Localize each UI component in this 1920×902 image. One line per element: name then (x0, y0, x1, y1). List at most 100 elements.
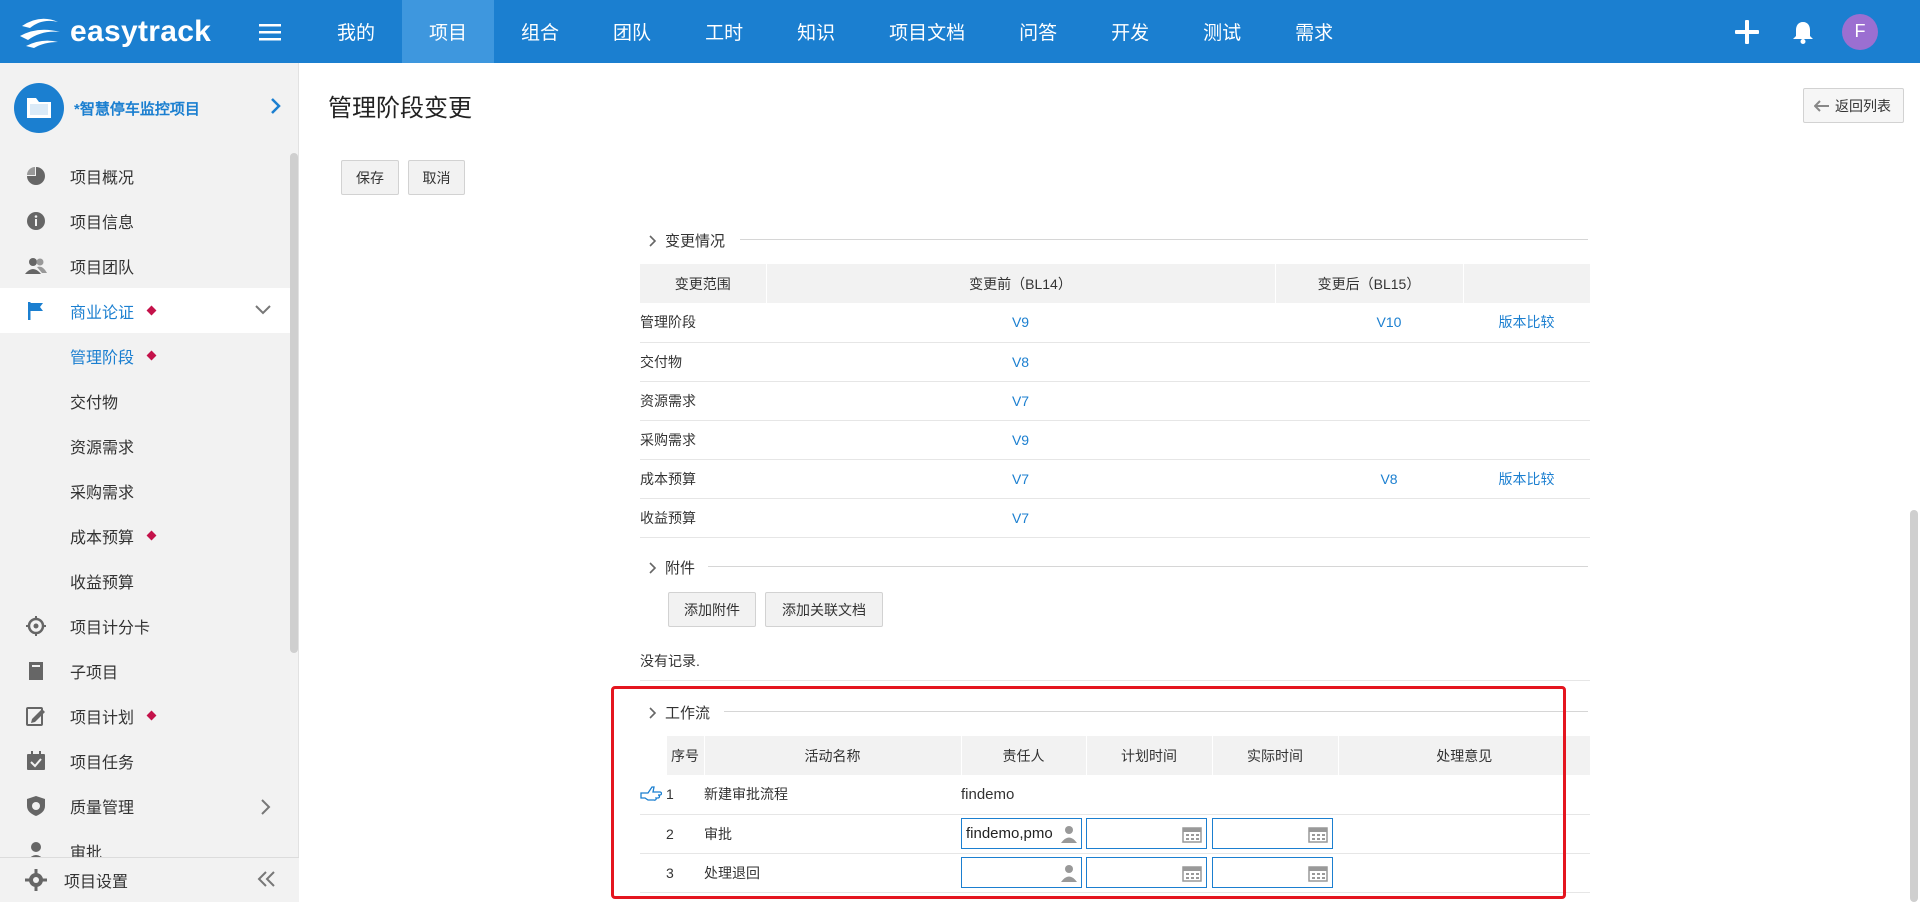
section-divider (708, 566, 1588, 567)
table-row: 收益预算 V7 (640, 498, 1590, 538)
sidebar-item-revenue-budget[interactable]: 收益预算 (0, 558, 290, 603)
add-attachment-button[interactable]: 添加附件 (668, 592, 756, 627)
version-after-link[interactable]: V10 (1275, 303, 1463, 343)
flag-icon (24, 299, 48, 323)
chevron-right-icon (261, 799, 271, 815)
change-marker-icon (146, 710, 157, 721)
sidebar-item-label: 项目计分卡 (70, 619, 151, 637)
user-avatar[interactable]: F (1842, 13, 1878, 50)
plan-icon (24, 704, 48, 728)
sidebar-item-label: 子项目 (70, 664, 119, 682)
sidebar-item-info[interactable]: 项目信息 (0, 198, 290, 243)
attachments-section-header[interactable]: 附件 (648, 557, 695, 578)
nav-portfolio[interactable]: 组合 (494, 0, 586, 63)
project-header[interactable]: *智慧停车监控项目 (0, 63, 298, 153)
add-related-doc-button[interactable]: 添加关联文档 (765, 592, 883, 627)
changes-table: 变更范围 变更前（BL14） 变更后（BL15） 管理阶段 V9 V10 版本比… (640, 264, 1590, 538)
sidebar-item-label: 项目概况 (70, 169, 135, 187)
version-after-cell (1275, 342, 1463, 382)
sidebar-item-label: 收益预算 (70, 574, 135, 592)
nav-test[interactable]: 测试 (1176, 0, 1268, 63)
sidebar-item-label: 项目任务 (70, 754, 135, 772)
column-header: 变更范围 (640, 264, 766, 303)
add-plus-icon[interactable] (1732, 17, 1762, 47)
chevron-right-icon (271, 98, 281, 114)
changes-section-title: 变更情况 (665, 233, 726, 250)
nav-knowledge[interactable]: 知识 (770, 0, 862, 63)
sidebar-menu: 项目概况 项目信息 项目团队 商业论证 管理阶段 交付物 资源需求 采购需求 成… (0, 153, 290, 873)
collapse-sidebar-icon[interactable] (257, 870, 277, 888)
compare-cell (1463, 498, 1590, 538)
divider (640, 680, 1590, 681)
version-before-link[interactable]: V7 (766, 459, 1275, 499)
gear-icon (24, 868, 48, 892)
sidebar-item-cost-budget[interactable]: 成本预算 (0, 513, 290, 558)
version-before-link[interactable]: V7 (766, 381, 1275, 421)
sidebar-scrollbar[interactable] (290, 153, 298, 653)
logo-swirl-icon (20, 18, 60, 48)
bell-icon[interactable] (1788, 17, 1818, 47)
section-divider (740, 239, 1588, 240)
arrow-left-icon (1814, 99, 1829, 112)
sidebar-item-business-case[interactable]: 商业论证 (0, 288, 290, 333)
column-header: 变更前（BL14） (765, 264, 1275, 303)
compare-version-link[interactable]: 版本比较 (1463, 459, 1590, 499)
nav-project-docs[interactable]: 项目文档 (862, 0, 992, 63)
nav-timesheet[interactable]: 工时 (678, 0, 770, 63)
top-actions: F (1732, 0, 1920, 63)
sidebar-item-label: 交付物 (70, 394, 119, 412)
menu-toggle-icon[interactable] (250, 0, 290, 63)
table-row: 采购需求 V9 (640, 420, 1590, 460)
version-after-cell (1275, 420, 1463, 460)
sidebar-item-subprojects[interactable]: 子项目 (0, 648, 290, 693)
nav-project[interactable]: 项目 (402, 0, 495, 63)
sidebar-item-project-plan[interactable]: 项目计划 (0, 693, 290, 738)
project-settings[interactable]: 项目设置 (0, 857, 299, 902)
column-header: 变更后（BL15） (1274, 264, 1463, 303)
sidebar-item-scorecard[interactable]: 项目计分卡 (0, 603, 290, 648)
scope-cell: 管理阶段 (640, 303, 766, 343)
nav-requirements[interactable]: 需求 (1268, 0, 1360, 63)
sidebar-item-overview[interactable]: 项目概况 (0, 153, 290, 198)
workflow-highlight-box (611, 686, 1566, 899)
version-before-link[interactable]: V9 (766, 420, 1275, 460)
sidebar-item-procurement-needs[interactable]: 采购需求 (0, 468, 290, 513)
compare-cell (1463, 381, 1590, 421)
top-nav-bar: easytrack 我的 项目 组合 团队 工时 知识 项目文档 问答 开发 测… (0, 0, 1920, 63)
sidebar-item-management-stages[interactable]: 管理阶段 (0, 333, 290, 378)
back-to-list-button[interactable]: 返回列表 (1803, 88, 1904, 123)
sidebar-item-label: 质量管理 (70, 799, 135, 817)
nav-qa[interactable]: 问答 (992, 0, 1084, 63)
sidebar-item-team[interactable]: 项目团队 (0, 243, 290, 288)
cancel-button[interactable]: 取消 (408, 160, 465, 195)
version-before-link[interactable]: V8 (766, 342, 1275, 382)
compare-version-link[interactable]: 版本比较 (1463, 303, 1590, 343)
changes-section-header[interactable]: 变更情况 (648, 230, 725, 251)
empty-state-text: 没有记录. (640, 653, 700, 669)
version-after-cell (1275, 498, 1463, 538)
sidebar-item-label: 项目信息 (70, 214, 135, 232)
version-before-link[interactable]: V7 (766, 498, 1275, 538)
page-title: 管理阶段变更 (328, 95, 472, 122)
nav-team[interactable]: 团队 (586, 0, 678, 63)
version-before-link[interactable]: V9 (766, 303, 1275, 343)
sidebar-item-label: 项目计划 (70, 709, 135, 727)
scope-cell: 收益预算 (640, 498, 766, 538)
nav-my[interactable]: 我的 (310, 0, 402, 63)
scope-cell: 采购需求 (640, 420, 766, 460)
sidebar-item-project-tasks[interactable]: 项目任务 (0, 738, 290, 783)
page-scrollbar[interactable] (1910, 510, 1918, 902)
logo-text: easytrack (70, 14, 212, 48)
sidebar-item-deliverables[interactable]: 交付物 (0, 378, 290, 423)
sidebar-item-resource-needs[interactable]: 资源需求 (0, 423, 290, 468)
save-button[interactable]: 保存 (341, 160, 399, 195)
nav-dev[interactable]: 开发 (1084, 0, 1176, 63)
sidebar-item-quality[interactable]: 质量管理 (0, 783, 290, 828)
sidebar-item-label: 商业论证 (70, 304, 135, 322)
pie-chart-icon (24, 164, 48, 188)
easytrack-logo[interactable]: easytrack (0, 0, 230, 63)
version-after-link[interactable]: V8 (1275, 459, 1463, 499)
team-icon (24, 254, 48, 278)
scope-cell: 交付物 (640, 342, 766, 382)
compare-cell (1463, 342, 1590, 382)
